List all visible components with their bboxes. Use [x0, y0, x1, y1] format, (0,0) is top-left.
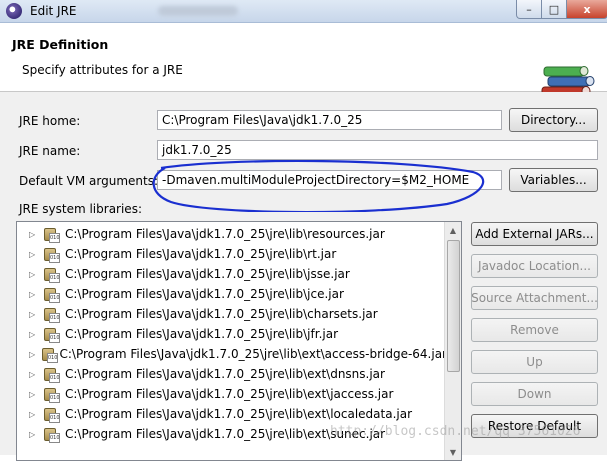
minimize-button[interactable]: – — [516, 0, 542, 19]
jre-name-field[interactable]: jdk1.7.0_25 — [157, 140, 598, 160]
library-row[interactable]: ▷ 010 C:\Program Files\Java\jdk1.7.0_25\jr… — [17, 384, 447, 404]
library-row[interactable]: ▷ 010 C:\Program Files\Java\jdk1.7.0_25\jr… — [17, 364, 447, 384]
expand-triangle-icon[interactable]: ▷ — [29, 330, 39, 339]
jar-file-icon: 010 — [43, 426, 60, 443]
jre-name-label: JRE name: — [19, 144, 81, 158]
scrollbar-thumb[interactable] — [447, 240, 460, 372]
library-path: C:\Program Files\Java\jdk1.7.0_25\jre\li… — [65, 247, 337, 261]
jar-file-icon: 010 — [43, 386, 60, 403]
title-bar: Edit JRE – □ x — [0, 0, 607, 23]
expand-triangle-icon[interactable]: ▷ — [29, 410, 39, 419]
jre-home-label: JRE home: — [19, 114, 81, 128]
library-row[interactable]: ▷ 010 C:\Program Files\Java\jdk1.7.0_25\jr… — [17, 344, 447, 364]
jar-file-icon: 010 — [43, 226, 60, 243]
source-attachment-button[interactable]: Source Attachment... — [471, 286, 598, 310]
jar-file-icon: 010 — [43, 286, 60, 303]
library-path: C:\Program Files\Java\jdk1.7.0_25\jre\li… — [65, 287, 344, 301]
jre-home-field[interactable]: C:\Program Files\Java\jdk1.7.0_25 — [157, 110, 502, 130]
scroll-down-arrow-icon[interactable]: ▼ — [445, 444, 461, 460]
up-button[interactable]: Up — [471, 350, 598, 374]
expand-triangle-icon[interactable]: ▷ — [29, 250, 39, 259]
library-row[interactable]: ▷ 010 C:\Program Files\Java\jdk1.7.0_25\jr… — [17, 324, 447, 344]
watermark: http://blog.csdn.net/qq_37561026 — [330, 424, 581, 439]
library-path: C:\Program Files\Java\jdk1.7.0_25\jre\li… — [59, 347, 447, 361]
expand-triangle-icon[interactable]: ▷ — [29, 390, 39, 399]
library-row[interactable]: ▷ 010 C:\Program Files\Java\jdk1.7.0_25\jr… — [17, 404, 447, 424]
vm-arguments-label: Default VM arguments: — [19, 174, 159, 188]
jar-file-icon: 010 — [43, 306, 60, 323]
header-subtitle: Specify attributes for a JRE — [22, 63, 183, 77]
expand-triangle-icon[interactable]: ▷ — [29, 230, 39, 239]
directory-button[interactable]: Directory... — [509, 108, 598, 132]
expand-triangle-icon[interactable]: ▷ — [29, 290, 39, 299]
library-row[interactable]: ▷ 010 C:\Program Files\Java\jdk1.7.0_25\jr… — [17, 304, 447, 324]
library-path: C:\Program Files\Java\jdk1.7.0_25\jre\li… — [65, 407, 413, 421]
library-path: C:\Program Files\Java\jdk1.7.0_25\jre\li… — [65, 307, 378, 321]
jar-file-icon: 010 — [43, 326, 60, 343]
down-button[interactable]: Down — [471, 382, 598, 406]
expand-triangle-icon[interactable]: ▷ — [29, 310, 39, 319]
library-row[interactable]: ▷ 010 C:\Program Files\Java\jdk1.7.0_25\jr… — [17, 244, 447, 264]
jar-file-icon: 010 — [43, 266, 60, 283]
jar-file-icon: 010 — [41, 346, 58, 363]
maximize-button[interactable]: □ — [541, 0, 567, 19]
library-row[interactable]: ▷ 010 C:\Program Files\Java\jdk1.7.0_25\jr… — [17, 224, 447, 244]
javadoc-location-button[interactable]: Javadoc Location... — [471, 254, 598, 278]
library-path: C:\Program Files\Java\jdk1.7.0_25\jre\li… — [65, 327, 339, 341]
scroll-up-arrow-icon[interactable]: ▲ — [445, 222, 461, 238]
window-title: Edit JRE — [30, 4, 77, 18]
add-external-jars-button[interactable]: Add External JARs... — [471, 222, 598, 246]
jar-file-icon: 010 — [43, 246, 60, 263]
library-row[interactable]: ▷ 010 C:\Program Files\Java\jdk1.7.0_25\jr… — [17, 284, 447, 304]
blurred-background-text — [158, 6, 238, 16]
expand-triangle-icon[interactable]: ▷ — [29, 350, 37, 359]
libraries-label: JRE system libraries: — [19, 202, 142, 216]
library-path: C:\Program Files\Java\jdk1.7.0_25\jre\li… — [65, 227, 385, 241]
remove-button[interactable]: Remove — [471, 318, 598, 342]
vm-arguments-field[interactable]: -Dmaven.multiModuleProjectDirectory=$M2_… — [157, 170, 502, 190]
header-title: JRE Definition — [12, 37, 109, 52]
expand-triangle-icon[interactable]: ▷ — [29, 270, 39, 279]
dialog-header: JRE Definition Specify attributes for a … — [0, 23, 607, 108]
library-path: C:\Program Files\Java\jdk1.7.0_25\jre\li… — [65, 367, 385, 381]
library-path: C:\Program Files\Java\jdk1.7.0_25\jre\li… — [65, 267, 350, 281]
jar-file-icon: 010 — [43, 366, 60, 383]
library-path: C:\Program Files\Java\jdk1.7.0_25\jre\li… — [65, 387, 394, 401]
library-row[interactable]: ▷ 010 C:\Program Files\Java\jdk1.7.0_25\jr… — [17, 264, 447, 284]
variables-button[interactable]: Variables... — [509, 168, 598, 192]
expand-triangle-icon[interactable]: ▷ — [29, 370, 39, 379]
jar-file-icon: 010 — [43, 406, 60, 423]
close-button[interactable]: x — [566, 0, 607, 19]
expand-triangle-icon[interactable]: ▷ — [29, 430, 39, 439]
eclipse-icon — [6, 3, 22, 19]
